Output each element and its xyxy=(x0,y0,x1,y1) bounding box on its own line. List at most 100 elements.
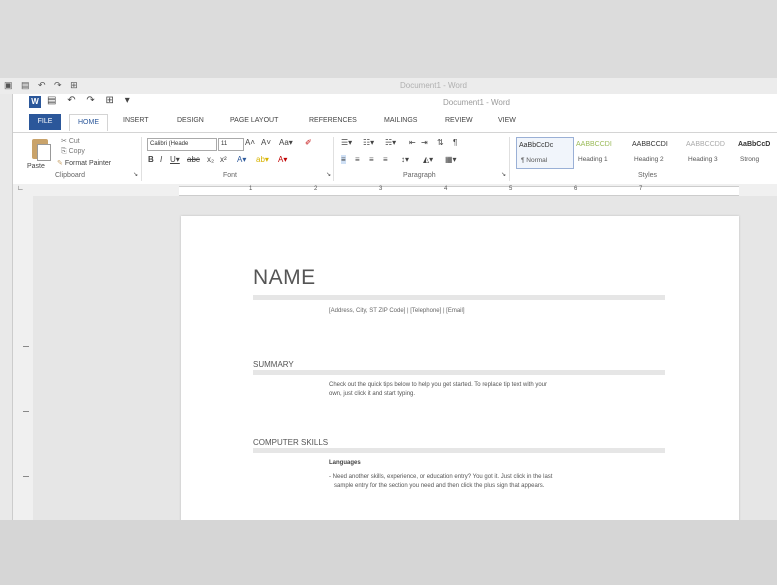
align-right-icon[interactable]: ≡ xyxy=(369,155,374,164)
tab-file[interactable]: FILE xyxy=(29,114,61,130)
styles-gallery: AaBbCcDc ¶ Normal AABBCCDI Heading 1 AAB… xyxy=(516,137,777,169)
multilevel-list-icon[interactable]: ☵▾ xyxy=(385,138,396,147)
line-spacing-icon[interactable]: ↕▾ xyxy=(401,155,409,164)
style-heading-1[interactable]: AABBCCDI Heading 1 xyxy=(574,137,630,167)
screen: ▣ ▤ ↶ ↷ ⊞ Document1 - Word W ▤ ↶ ↷ ⊞ ▾ D… xyxy=(0,78,777,520)
contact-line[interactable]: [Address, City, ST ZIP Code] | [Telephon… xyxy=(329,308,465,314)
skills-line: sample entry for the section you need an… xyxy=(334,483,545,489)
shading-icon[interactable]: ◭▾ xyxy=(423,155,433,164)
style-name: ¶ Normal xyxy=(521,157,548,164)
cut-label: Cut xyxy=(68,138,80,145)
style-name: Heading 3 xyxy=(688,156,718,163)
underline-icon[interactable]: U▾ xyxy=(170,155,180,164)
font-color-icon[interactable]: A▾ xyxy=(278,155,287,164)
document-page[interactable]: NAME [Address, City, ST ZIP Code] | [Tel… xyxy=(181,216,739,520)
languages-label[interactable]: Languages xyxy=(329,459,629,468)
font-launcher-icon[interactable]: ↘ xyxy=(326,171,331,178)
strikethrough-icon[interactable]: abc xyxy=(187,155,200,164)
tab-references[interactable]: REFERENCES xyxy=(309,117,357,124)
back-window-title: Document1 - Word xyxy=(400,81,467,90)
back-window-titlebar: ▣ ▤ ↶ ↷ ⊞ Document1 - Word xyxy=(0,78,777,95)
clipboard-launcher-icon[interactable]: ↘ xyxy=(133,171,138,178)
tab-mailings[interactable]: MAILINGS xyxy=(384,117,417,124)
style-heading-2[interactable]: AABBCCDI Heading 2 xyxy=(630,137,686,167)
paragraph-launcher-icon[interactable]: ↘ xyxy=(501,171,506,178)
align-center-icon[interactable]: ≡ xyxy=(355,155,360,164)
tab-home[interactable]: HOME xyxy=(69,114,108,131)
ruler-number: 1 xyxy=(249,186,253,192)
subscript-icon[interactable]: x₂ xyxy=(207,155,214,164)
skills-line: - Need another skills, experience, or ed… xyxy=(329,474,553,480)
document-canvas: NAME [Address, City, ST ZIP Code] | [Tel… xyxy=(33,196,777,520)
summary-text[interactable]: Check out the quick tips below to help y… xyxy=(329,381,629,399)
grow-font-icon[interactable]: A˄ xyxy=(245,138,255,147)
skills-text[interactable]: - Need another skills, experience, or ed… xyxy=(329,473,629,491)
ruler-tick xyxy=(23,346,29,347)
copy-button[interactable]: ⎘ Copy xyxy=(61,148,85,156)
show-marks-icon[interactable]: ¶ xyxy=(453,138,457,147)
ruler-number: 7 xyxy=(639,186,643,192)
ruler-number: 4 xyxy=(444,186,448,192)
shrink-font-icon[interactable]: A˅ xyxy=(261,138,271,147)
back-window-edge xyxy=(0,94,12,520)
increase-indent-icon[interactable]: ⇥ xyxy=(421,138,428,147)
borders-icon[interactable]: ▦▾ xyxy=(445,155,457,164)
section-rule xyxy=(253,448,665,453)
change-case-icon[interactable]: Aa▾ xyxy=(279,138,293,147)
cut-button[interactable]: ✂ Cut xyxy=(61,137,80,145)
tab-design[interactable]: DESIGN xyxy=(177,117,204,124)
decrease-indent-icon[interactable]: ⇤ xyxy=(409,138,416,147)
style-strong[interactable]: AaBbCcD Strong xyxy=(736,137,777,167)
ruler-number: 3 xyxy=(379,186,383,192)
numbering-icon[interactable]: ☷▾ xyxy=(363,138,374,147)
tab-selector-icon[interactable]: ∟ xyxy=(17,185,24,192)
tab-insert[interactable]: INSERT xyxy=(123,117,149,124)
video-frame-bottom xyxy=(0,520,777,585)
copy-label: Copy xyxy=(68,148,85,155)
separator xyxy=(333,137,334,181)
tab-review[interactable]: REVIEW xyxy=(445,117,473,124)
style-name: Heading 2 xyxy=(634,156,664,163)
word-window: W ▤ ↶ ↷ ⊞ ▾ Document1 - Word FILE HOME I… xyxy=(12,94,777,520)
quick-access-toolbar[interactable]: ▤ ↶ ↷ ⊞ ▾ xyxy=(47,95,134,106)
text-effects-icon[interactable]: A▾ xyxy=(237,155,246,164)
style-heading-3[interactable]: AABBCCDD Heading 3 xyxy=(684,137,740,167)
style-normal[interactable]: AaBbCcDc ¶ Normal xyxy=(516,137,574,169)
styles-group-label: Styles xyxy=(638,172,658,179)
font-name-input[interactable]: Calibri (Heade xyxy=(147,138,217,151)
sort-icon[interactable]: ⇅ xyxy=(437,138,444,147)
summary-heading[interactable]: SUMMARY xyxy=(253,360,294,369)
clear-formatting-icon[interactable]: ✐ xyxy=(305,138,312,147)
highlight-icon[interactable]: ab▾ xyxy=(256,155,269,164)
font-group-label: Font xyxy=(223,172,238,179)
computer-skills-heading[interactable]: COMPUTER SKILLS xyxy=(253,438,328,447)
ruler-tick xyxy=(23,476,29,477)
tab-view[interactable]: VIEW xyxy=(498,117,516,124)
section-rule xyxy=(253,370,665,375)
ruler-number: 2 xyxy=(314,186,318,192)
style-name: Strong xyxy=(740,156,760,163)
paste-sheet-icon xyxy=(37,144,51,161)
format-painter-button[interactable]: ✎ Format Painter xyxy=(57,159,111,167)
bold-icon[interactable]: B xyxy=(148,155,154,164)
heading-rule xyxy=(253,295,665,300)
summary-line: Check out the quick tips below to help y… xyxy=(329,382,548,388)
font-size-input[interactable]: 11 xyxy=(218,138,244,151)
horizontal-ruler[interactable]: 1 2 3 4 5 6 7 xyxy=(179,186,739,196)
tab-page-layout[interactable]: PAGE LAYOUT xyxy=(230,117,278,124)
paste-label: Paste xyxy=(27,163,45,170)
vertical-ruler[interactable] xyxy=(13,196,33,520)
bullets-icon[interactable]: ☰▾ xyxy=(341,138,352,147)
paste-button[interactable] xyxy=(29,137,51,163)
name-heading[interactable]: NAME xyxy=(253,266,316,290)
paintbrush-icon: ✎ xyxy=(57,160,63,167)
justify-icon[interactable]: ≡ xyxy=(383,155,388,164)
superscript-icon[interactable]: x² xyxy=(220,155,227,164)
format-painter-label: Format Painter xyxy=(64,160,112,167)
ruler-number: 5 xyxy=(509,186,513,192)
italic-icon[interactable]: I xyxy=(160,155,162,164)
style-name: Heading 1 xyxy=(578,156,608,163)
separator xyxy=(509,137,510,181)
title-bar: W ▤ ↶ ↷ ⊞ ▾ Document1 - Word xyxy=(13,94,777,110)
align-left-icon[interactable]: ≡ xyxy=(341,155,346,164)
